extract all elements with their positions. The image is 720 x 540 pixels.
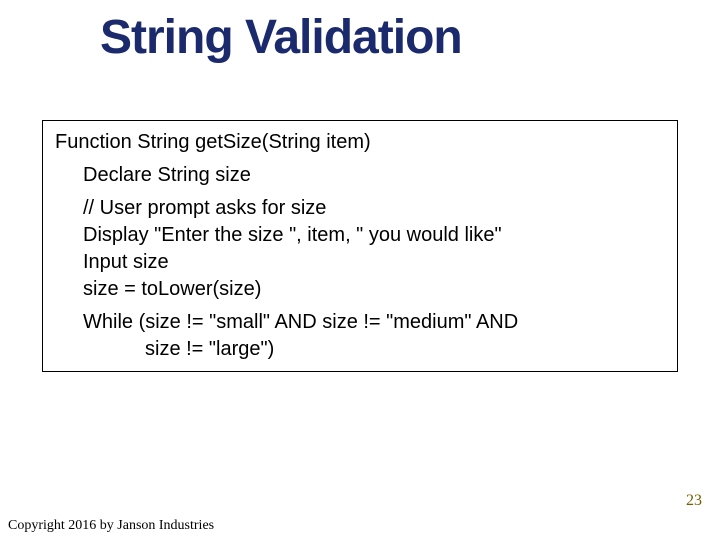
code-line: Display "Enter the size ", item, " you w… bbox=[55, 222, 669, 249]
code-line: Function String getSize(String item) bbox=[55, 129, 669, 156]
code-line: Declare String size bbox=[55, 162, 669, 189]
code-line: While (size != "small" AND size != "medi… bbox=[55, 309, 669, 336]
code-line: Input size bbox=[55, 249, 669, 276]
code-line: size != "large") bbox=[55, 336, 669, 363]
code-line: size = toLower(size) bbox=[55, 276, 669, 303]
copyright-text: Copyright 2016 by Janson Industries bbox=[8, 518, 214, 534]
code-box: Function String getSize(String item) Dec… bbox=[42, 120, 678, 372]
code-line: // User prompt asks for size bbox=[55, 195, 669, 222]
slide-title: String Validation bbox=[100, 10, 462, 65]
page-number: 23 bbox=[686, 492, 702, 510]
